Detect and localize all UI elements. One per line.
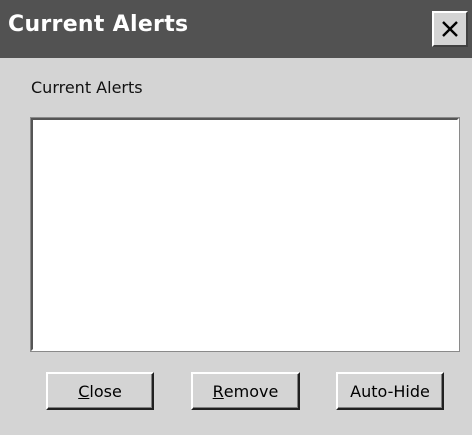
remove-button[interactable]: Remove — [191, 372, 300, 410]
close-button-label: lose — [89, 381, 122, 401]
auto-hide-button-label: Auto-Hide — [350, 381, 430, 401]
window-title: Current Alerts — [8, 12, 189, 37]
auto-hide-button[interactable]: Auto-Hide — [336, 372, 444, 410]
remove-button-label: emove — [223, 381, 279, 401]
close-button[interactable]: Close — [46, 372, 154, 410]
close-window-button[interactable] — [432, 11, 468, 47]
current-alerts-dialog: Current Alerts Current Alerts Close Remo… — [0, 0, 472, 435]
alerts-list[interactable] — [30, 117, 460, 352]
title-bar[interactable]: Current Alerts — [0, 0, 472, 58]
remove-button-mnemonic: R — [212, 381, 224, 401]
close-button-mnemonic: C — [78, 381, 90, 401]
close-icon — [442, 21, 458, 37]
alerts-list-label: Current Alerts — [31, 78, 143, 97]
